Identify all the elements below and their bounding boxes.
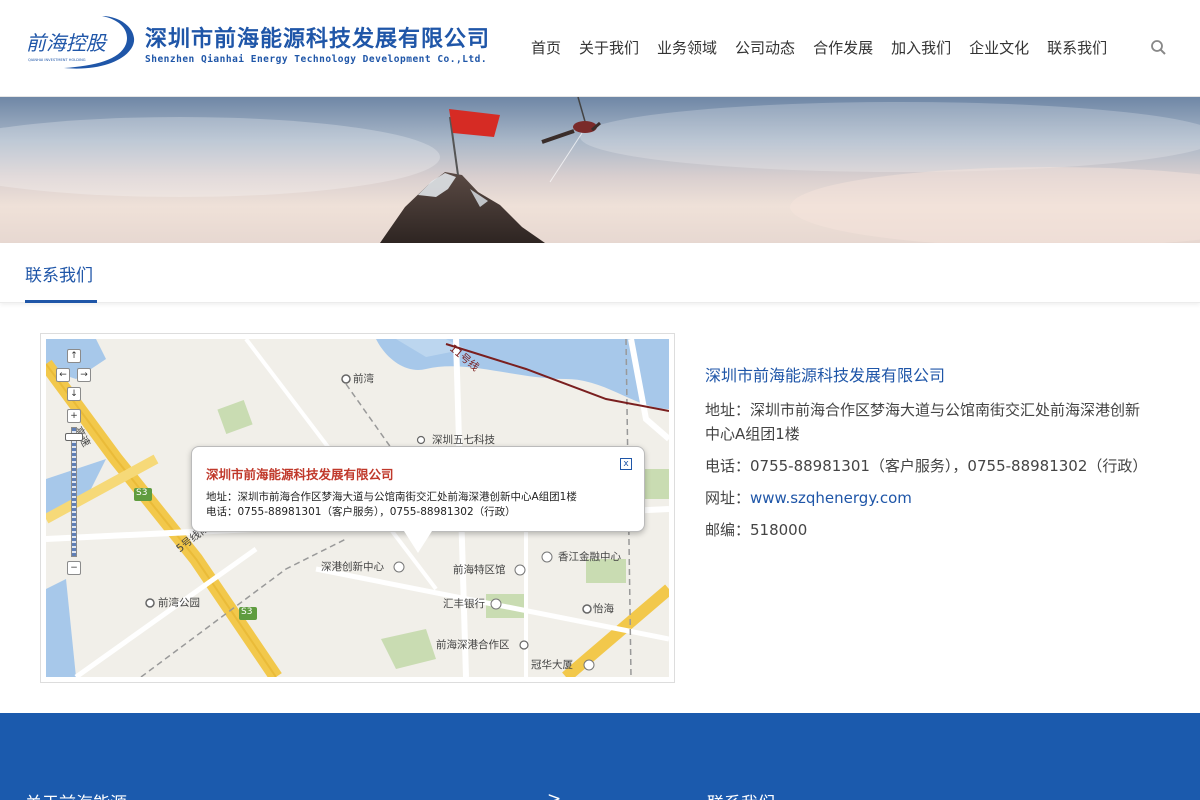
contact-postcode: 邮编：518000 bbox=[705, 521, 808, 539]
contact-website-row: 网址：www.szqhenergy.com bbox=[705, 486, 1145, 510]
popup-title: 深圳市前海能源科技发展有限公司 bbox=[206, 467, 394, 482]
map-label-qianwan: 前湾 bbox=[353, 373, 374, 385]
zoom-slider-track[interactable] bbox=[71, 427, 77, 557]
tab-underline bbox=[25, 300, 97, 303]
logo-mark-icon: 前海控股 QIANHAI INVESTMENT HOLDING bbox=[26, 16, 135, 69]
footer-arrow-icon[interactable]: > bbox=[547, 789, 561, 800]
close-icon[interactable]: x bbox=[620, 458, 632, 470]
website-label: 网址： bbox=[705, 489, 751, 507]
contact-phone: 电话：0755-88981301（客户服务），0755-88981302（行政） bbox=[705, 457, 1148, 475]
location-map[interactable]: 前湾 深圳五七科技 深港创新中心 前海特区馆 香江金融中心 汇丰银行 怡海 前湾… bbox=[46, 339, 669, 677]
map-info-popup: 深圳市前海能源科技发展有限公司 地址：深圳市前海合作区梦海大道与公馆南街交汇处前… bbox=[191, 446, 645, 553]
search-icon[interactable] bbox=[1150, 39, 1168, 57]
popup-phone: 电话：0755-88981301（客户服务），0755-88981302（行政） bbox=[206, 506, 516, 518]
zoom-out-button[interactable]: − bbox=[67, 561, 81, 575]
contact-company-name: 深圳市前海能源科技发展有限公司 bbox=[705, 366, 946, 385]
map-label-guanhua: 冠华大厦 bbox=[531, 659, 573, 671]
map-label-qianwan-park: 前湾公园 bbox=[158, 597, 200, 609]
map-label-chuangxin: 深港创新中心 bbox=[321, 561, 384, 573]
map-label-xiangjiang: 香江金融中心 bbox=[558, 551, 621, 563]
company-name-en: Shenzhen Qianhai Energy Technology Devel… bbox=[145, 54, 488, 65]
zoom-slider-handle[interactable] bbox=[65, 433, 83, 441]
website-link[interactable]: www.szqhenergy.com bbox=[750, 489, 912, 507]
footer-about-heading: 关于前海能源 bbox=[25, 789, 127, 800]
main-nav: 首页 关于我们 业务领域 公司动态 合作发展 加入我们 企业文化 联系我们 bbox=[522, 36, 1116, 60]
map-frame: 前湾 深圳五七科技 深港创新中心 前海特区馆 香江金融中心 汇丰银行 怡海 前湾… bbox=[40, 333, 675, 683]
pan-right-button[interactable]: → bbox=[77, 368, 91, 382]
contact-address: 地址：深圳市前海合作区梦海大道与公馆南街交汇处前海深港创新中心A组团1楼 bbox=[705, 401, 1141, 443]
company-name-cn: 深圳市前海能源科技发展有限公司 bbox=[145, 27, 491, 52]
nav-cooperation[interactable]: 合作发展 bbox=[813, 36, 873, 60]
hero-banner bbox=[0, 97, 1200, 243]
map-zoom-control: ↑ ← → ↓ + − bbox=[56, 349, 104, 579]
pan-up-button[interactable]: ↑ bbox=[67, 349, 81, 363]
nav-home[interactable]: 首页 bbox=[531, 36, 561, 60]
nav-join[interactable]: 加入我们 bbox=[891, 36, 951, 60]
section-tab-bar: 联系我们 bbox=[0, 243, 1200, 303]
zoom-in-button[interactable]: + bbox=[67, 409, 81, 423]
map-label-huifeng: 汇丰银行 bbox=[443, 598, 485, 610]
map-label-yihai: 怡海 bbox=[593, 603, 614, 615]
site-footer: 关于前海能源 > 联系我们 bbox=[0, 713, 1200, 800]
banner-illustration bbox=[0, 97, 1200, 243]
map-label-s3-b: S3 bbox=[241, 607, 253, 617]
pan-left-button[interactable]: ← bbox=[56, 368, 70, 382]
svg-text:QIANHAI INVESTMENT HOLDING: QIANHAI INVESTMENT HOLDING bbox=[28, 58, 86, 62]
company-logo[interactable]: 前海控股 QIANHAI INVESTMENT HOLDING 深圳市前海能源科… bbox=[24, 12, 508, 74]
nav-business[interactable]: 业务领域 bbox=[657, 36, 717, 60]
tab-contact-us[interactable]: 联系我们 bbox=[25, 261, 93, 286]
contact-info: 深圳市前海能源科技发展有限公司 地址：深圳市前海合作区梦海大道与公馆南街交汇处前… bbox=[705, 362, 1148, 550]
site-header: 前海控股 QIANHAI INVESTMENT HOLDING 深圳市前海能源科… bbox=[0, 0, 1200, 97]
map-label-wuqi: 深圳五七科技 bbox=[432, 434, 495, 446]
map-label-tequguan: 前海特区馆 bbox=[453, 564, 506, 576]
map-label-hezuoqu: 前海深港合作区 bbox=[436, 639, 510, 651]
map-label-s3-a: S3 bbox=[136, 488, 148, 498]
nav-news[interactable]: 公司动态 bbox=[735, 36, 795, 60]
nav-culture[interactable]: 企业文化 bbox=[969, 36, 1029, 60]
nav-about[interactable]: 关于我们 bbox=[579, 36, 639, 60]
svg-text:前海控股: 前海控股 bbox=[26, 31, 108, 55]
pan-down-button[interactable]: ↓ bbox=[67, 387, 81, 401]
popup-tail bbox=[404, 531, 432, 553]
nav-contact[interactable]: 联系我们 bbox=[1047, 36, 1107, 60]
popup-address: 地址：深圳市前海合作区梦海大道与公馆南街交汇处前海深港创新中心A组团1楼 bbox=[206, 491, 577, 503]
footer-contact-heading: 联系我们 bbox=[707, 789, 775, 800]
